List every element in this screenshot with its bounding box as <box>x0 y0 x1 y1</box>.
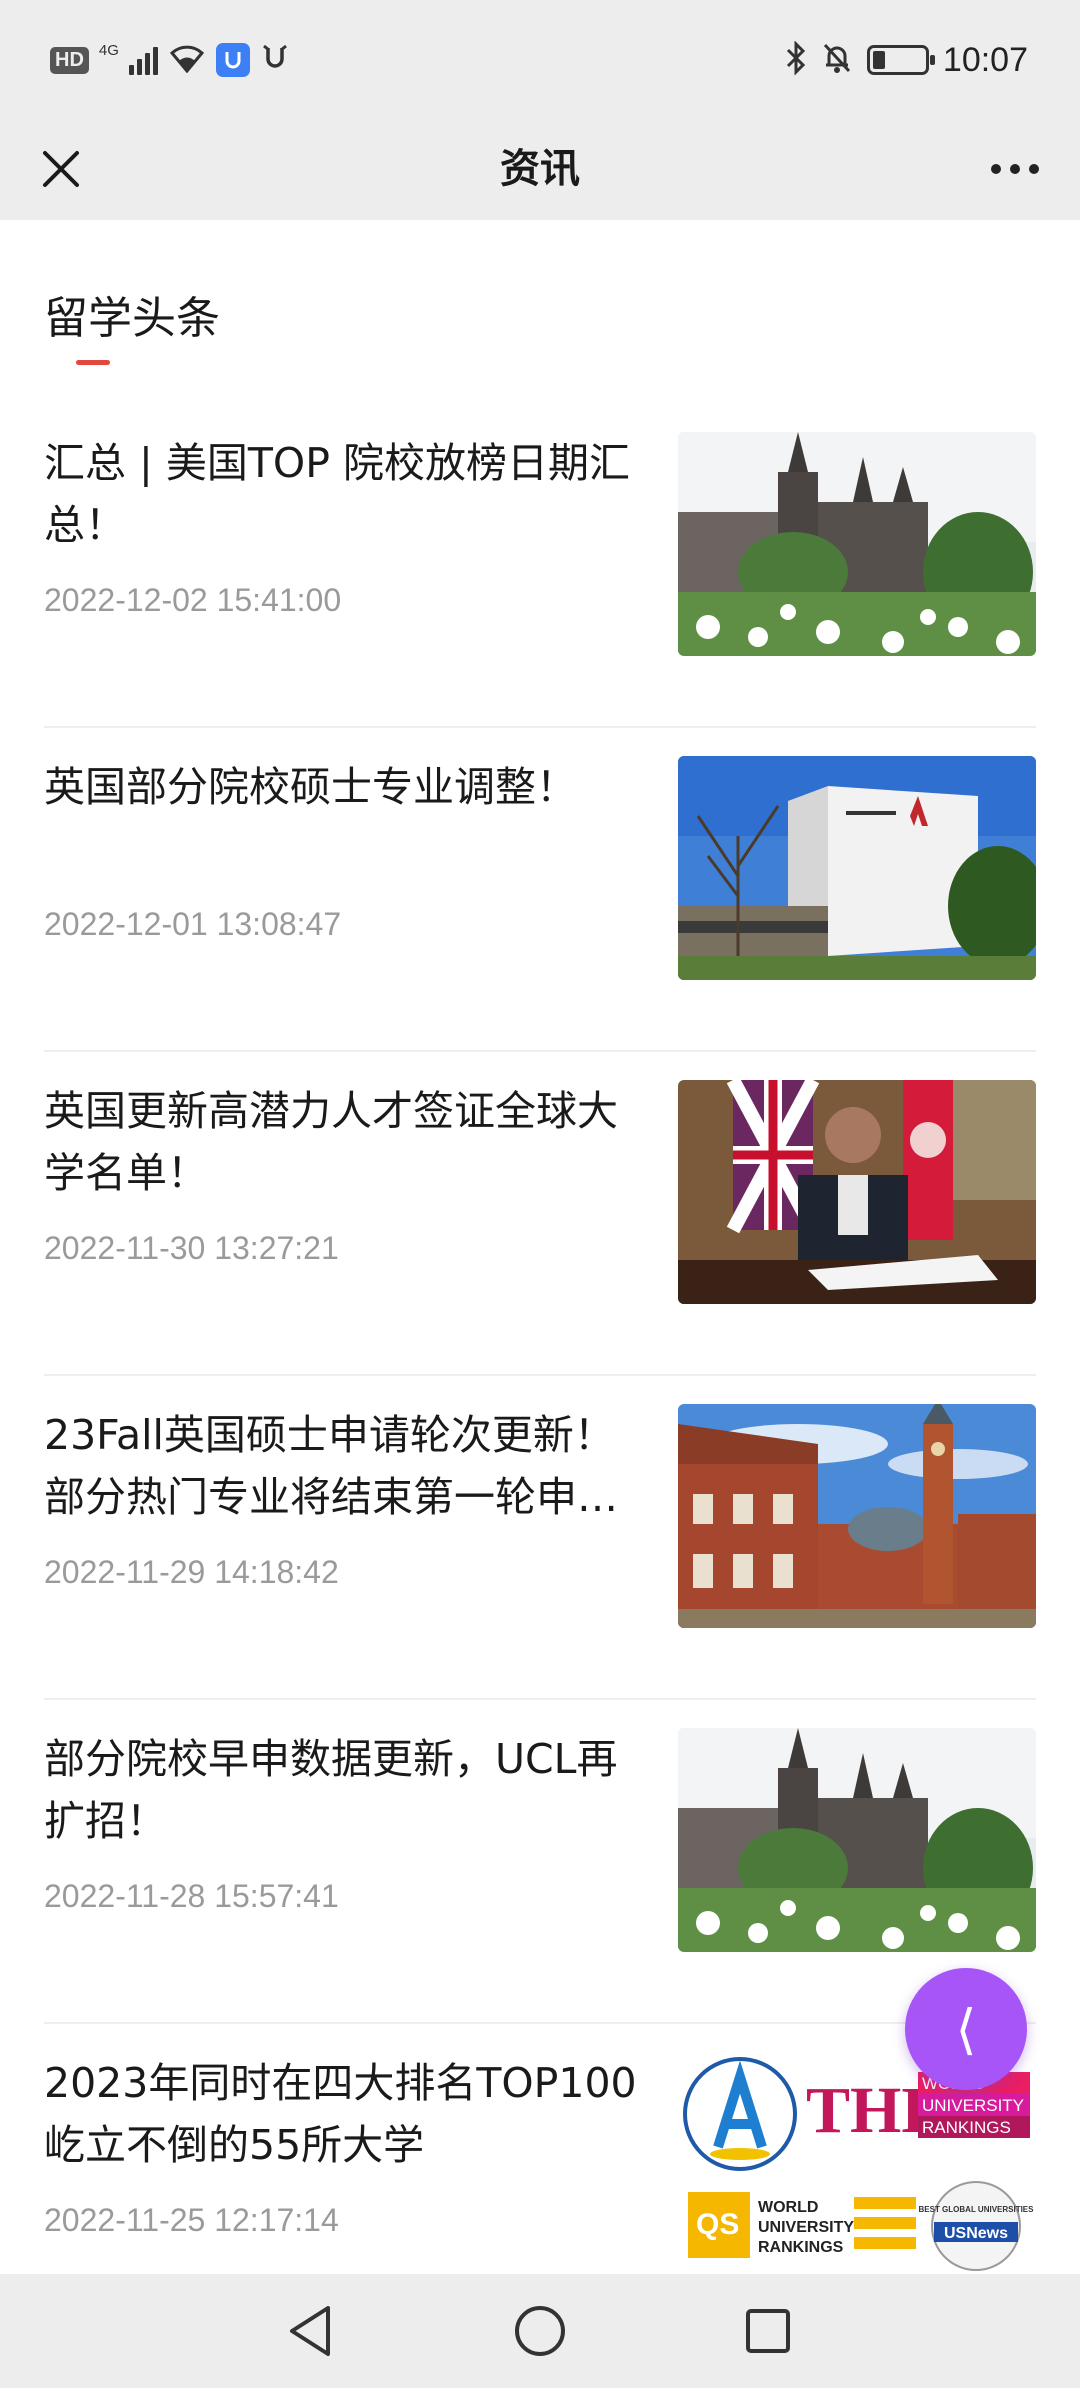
article-title: 23Fall英国硕士申请轮次更新！部分热门专业将结束第一轮申请！ <box>44 1411 615 1521</box>
nav-back-button[interactable] <box>276 2296 346 2366</box>
article-date: 2022-11-28 15:57:41 <box>44 1878 339 1914</box>
article-title: 英国部分院校硕士专业调整！ <box>44 763 577 811</box>
app-notification-icon-2 <box>260 42 290 78</box>
qs-line-3: RANKINGS <box>758 2239 844 2256</box>
the-line-3: RANKINGS <box>922 2118 1011 2137</box>
qs-line-2: UNIVERSITY <box>758 2219 854 2236</box>
qs-line-1: WORLD <box>758 2199 818 2216</box>
mute-bell-icon <box>821 41 853 79</box>
article-title: 2023年同时在四大排名TOP100屹立不倒的55所大学 <box>44 2059 637 2169</box>
the-line-2: UNIVERSITY <box>922 2096 1024 2115</box>
article-title: 部分院校早申数据更新，UCL再扩招！ <box>44 1735 618 1845</box>
hd-icon: HD <box>50 46 89 74</box>
article-thumbnail <box>678 432 1036 656</box>
back-triangle-icon <box>290 2306 330 2356</box>
more-menu-button[interactable] <box>980 140 1050 198</box>
more-dot-icon <box>991 164 1001 174</box>
more-dot-icon <box>1010 164 1020 174</box>
chevron-left-icon: ⟨ <box>955 1997 977 2061</box>
article-title: 英国更新高潜力人才签证全球大学名单！ <box>44 1087 618 1197</box>
bluetooth-icon <box>785 40 807 79</box>
status-time: 10:07 <box>942 40 1028 79</box>
list-item[interactable]: 部分院校早申数据更新，UCL再扩招！ 2022-11-28 15:57:41 <box>0 1700 1080 2024</box>
section-underline <box>76 360 110 365</box>
nav-home-button[interactable] <box>505 2296 575 2366</box>
article-thumbnail <box>678 756 1036 980</box>
article-title: 汇总 | 美国TOP 院校放榜日期汇总！ <box>44 439 630 549</box>
recents-square-icon <box>746 2309 790 2353</box>
article-thumbnail <box>678 1404 1036 1628</box>
qs-logo-text: QS <box>696 2208 739 2241</box>
floating-back-button[interactable]: ⟨ <box>905 1968 1027 2090</box>
wifi-icon <box>168 43 206 77</box>
list-item[interactable]: 英国更新高潜力人才签证全球大学名单！ 2022-11-30 13:27:21 <box>0 1052 1080 1376</box>
article-thumbnail <box>678 1080 1036 1304</box>
list-item[interactable]: 汇总 | 美国TOP 院校放榜日期汇总！ 2022-12-02 15:41:00 <box>0 404 1080 728</box>
signal-icon <box>128 45 158 75</box>
system-nav-bar <box>0 2274 1080 2388</box>
status-right-icons: 10:07 <box>785 38 1028 82</box>
network-type-label: 4G <box>98 41 119 59</box>
article-date: 2022-11-25 12:17:14 <box>44 2202 339 2238</box>
article-date: 2022-11-30 13:27:21 <box>44 1230 339 1266</box>
nav-recents-button[interactable] <box>733 2296 803 2366</box>
article-date: 2022-12-02 15:41:00 <box>44 582 342 618</box>
page-title: 资讯 <box>500 146 580 192</box>
article-date: 2022-11-29 14:18:42 <box>44 1554 339 1590</box>
more-dot-icon <box>1029 164 1039 174</box>
article-date: 2022-12-01 13:08:47 <box>44 906 342 942</box>
status-left-icons: HD 4G <box>50 38 290 82</box>
usnews-logo-text: USNews <box>944 2225 1008 2242</box>
list-item[interactable]: 英国部分院校硕士专业调整！ 2022-12-01 13:08:47 <box>0 728 1080 1052</box>
usnews-caption: BEST GLOBAL UNIVERSITIES <box>919 2205 1035 2214</box>
section-header: 留学头条 <box>44 282 220 346</box>
section-title: 留学头条 <box>44 293 220 344</box>
list-item[interactable]: 23Fall英国硕士申请轮次更新！部分热门专业将结束第一轮申请！ 2022-11… <box>0 1376 1080 1700</box>
home-circle-icon <box>515 2306 565 2356</box>
news-content[interactable]: 留学头条 汇总 | 美国TOP 院校放榜日期汇总！ 2022-12-02 15:… <box>0 220 1080 2274</box>
article-thumbnail <box>678 1728 1036 1952</box>
app-notification-icon <box>215 43 250 77</box>
status-bar: HD 4G 10:07 <box>0 0 1080 118</box>
battery-icon <box>866 45 935 75</box>
top-nav-bar: 资讯 <box>0 118 1080 220</box>
